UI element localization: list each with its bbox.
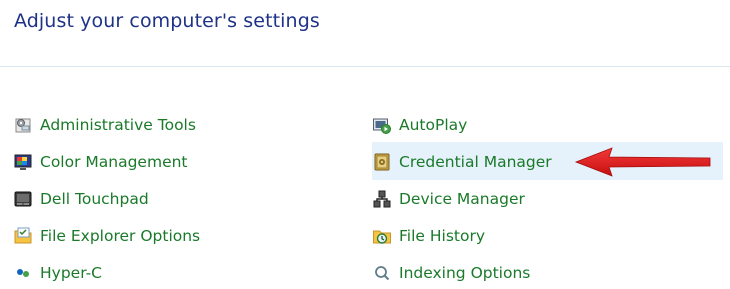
item-label: Administrative Tools bbox=[40, 116, 196, 134]
file-explorer-options-icon bbox=[13, 226, 33, 246]
device-manager-icon bbox=[372, 189, 392, 209]
item-label: Device Manager bbox=[399, 190, 525, 208]
item-label: File Explorer Options bbox=[40, 227, 201, 245]
item-label: Credential Manager bbox=[399, 153, 552, 171]
item-indexing-options[interactable]: Indexing Options bbox=[372, 257, 530, 289]
dell-touchpad-icon bbox=[13, 189, 33, 209]
autoplay-icon bbox=[372, 115, 392, 135]
item-label: AutoPlay bbox=[399, 116, 468, 134]
item-dell-touchpad[interactable]: Dell Touchpad bbox=[13, 183, 149, 215]
item-file-explorer-options[interactable]: File Explorer Options bbox=[13, 220, 200, 252]
folder-icon bbox=[13, 263, 33, 283]
administrative-tools-icon bbox=[13, 115, 33, 135]
file-history-icon bbox=[372, 226, 392, 246]
item-credential-manager[interactable]: Credential Manager bbox=[372, 146, 552, 178]
color-management-icon bbox=[13, 152, 33, 172]
item-autoplay[interactable]: AutoPlay bbox=[372, 109, 467, 141]
item-administrative-tools[interactable]: Administrative Tools bbox=[13, 109, 196, 141]
item-label: Dell Touchpad bbox=[40, 190, 149, 208]
item-device-manager[interactable]: Device Manager bbox=[372, 183, 525, 215]
item-label: Indexing Options bbox=[399, 264, 531, 282]
item-color-management[interactable]: Color Management bbox=[13, 146, 188, 178]
item-hyper-c[interactable]: Hyper-C bbox=[13, 257, 102, 289]
divider bbox=[0, 66, 730, 67]
item-file-history[interactable]: File History bbox=[372, 220, 485, 252]
item-label: Hyper-C bbox=[40, 264, 102, 282]
indexing-options-icon bbox=[372, 263, 392, 283]
item-label: File History bbox=[399, 227, 486, 245]
annotation-arrow bbox=[574, 147, 711, 177]
item-label: Color Management bbox=[40, 153, 188, 171]
credential-manager-icon bbox=[372, 152, 392, 172]
page-heading: Adjust your computer's settings bbox=[14, 10, 320, 32]
